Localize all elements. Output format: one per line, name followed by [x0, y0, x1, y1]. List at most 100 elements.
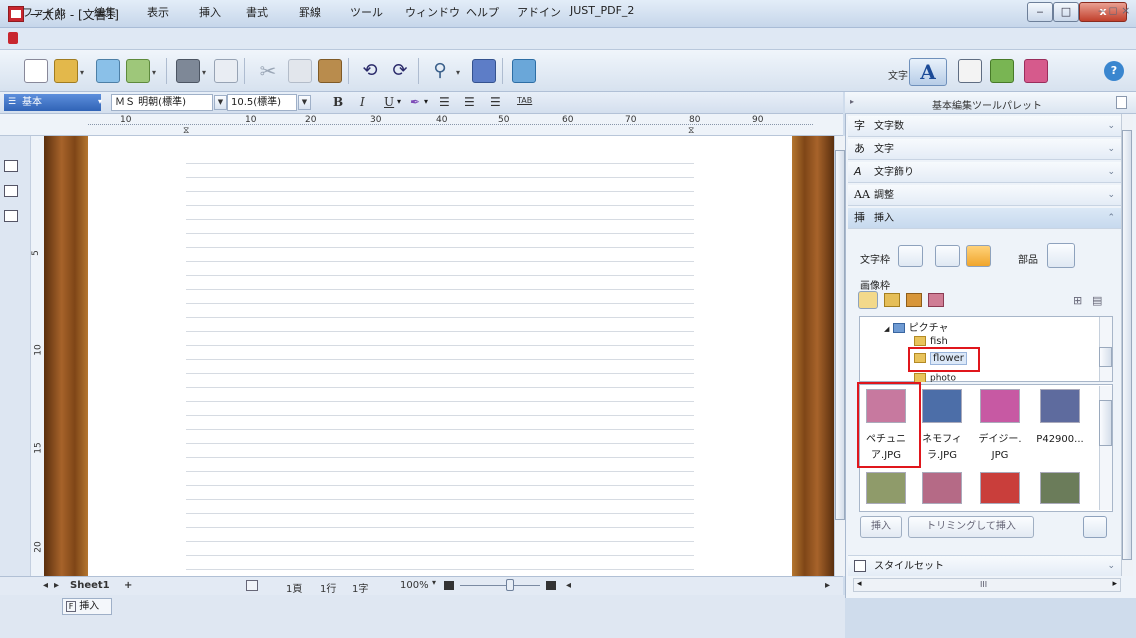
menu-addin[interactable]: アドイン — [517, 4, 561, 20]
tree-scroll-thumb[interactable] — [1099, 347, 1112, 367]
document-scroll-thumb[interactable] — [835, 150, 845, 520]
open-dropdown-icon[interactable]: ▾ — [80, 68, 84, 77]
hscroll-left-icon[interactable]: ◂ — [566, 580, 571, 591]
image-folder-icon[interactable] — [858, 291, 878, 309]
vertical-ruler[interactable] — [30, 136, 44, 576]
draw-mode-icon[interactable] — [990, 59, 1014, 83]
thumbnail-petunia[interactable] — [866, 389, 906, 423]
image-gallery-icon[interactable] — [928, 293, 944, 307]
align-right-icon[interactable]: ☰ — [490, 95, 501, 109]
hscroll-right-icon[interactable]: ▸ — [825, 580, 830, 591]
add-sheet-button[interactable]: + — [124, 580, 132, 591]
save-dropdown-icon[interactable]: ▾ — [152, 68, 156, 77]
scroll-left-icon[interactable]: ◂ — [857, 579, 862, 589]
trim-and-insert-button[interactable]: トリミングして挿入 — [908, 516, 1034, 538]
style-selector[interactable]: 基本 — [4, 94, 101, 111]
menu-file[interactable]: ファイル — [22, 4, 66, 20]
menu-help[interactable]: ヘルプ — [466, 4, 499, 20]
redo-icon[interactable]: ⟳ — [388, 59, 412, 83]
section-char-count[interactable]: 字 文字数 ⌄ — [848, 116, 1121, 137]
tree-node-pictures[interactable]: ◢ ピクチャ — [884, 319, 948, 334]
thumbnail-image[interactable] — [922, 472, 962, 504]
palette-horizontal-scrollbar[interactable]: ◂ III ▸ — [853, 578, 1121, 592]
menu-view[interactable]: 表示 — [147, 4, 169, 20]
pages-view-icon[interactable] — [4, 210, 18, 222]
zoom-slider-track[interactable] — [460, 585, 540, 586]
vertical-text-frame-icon[interactable] — [898, 245, 923, 267]
page-layout-icon[interactable] — [246, 580, 258, 591]
thumbnail-scroll-thumb[interactable] — [1099, 400, 1112, 446]
paste-icon[interactable] — [318, 59, 342, 83]
save-icon[interactable] — [96, 59, 120, 83]
font-size-input[interactable]: 10.5(標準) — [227, 94, 297, 111]
menu-edit[interactable]: 編集 — [94, 4, 116, 20]
font-dropdown-icon[interactable]: ▼ — [214, 95, 227, 110]
thumbnail-view-toggle-icon[interactable]: ⊞ — [1073, 294, 1082, 307]
new-document-icon[interactable] — [24, 59, 48, 83]
help-bubble-icon[interactable] — [512, 59, 536, 83]
section-insert[interactable]: 挿 挿入 ⌃ — [848, 208, 1121, 229]
zoom-in-icon[interactable] — [546, 581, 556, 590]
zoom-level[interactable]: 100% — [400, 580, 429, 591]
open-folder-icon[interactable] — [54, 59, 78, 83]
italic-button[interactable]: I — [360, 95, 365, 109]
sheet-tab[interactable]: Sheet1 — [70, 580, 110, 591]
find-dropdown-icon[interactable]: ▾ — [456, 68, 460, 77]
find-icon[interactable]: ⚲ — [428, 59, 452, 83]
document-icon[interactable] — [8, 32, 18, 44]
print-icon[interactable] — [176, 59, 200, 83]
thumbnail-image[interactable] — [866, 472, 906, 504]
text-mode-a-button[interactable]: A — [909, 58, 947, 86]
document-window-controls[interactable]: ‒ ◻ × — [1098, 4, 1130, 17]
menu-tools[interactable]: ツール — [350, 4, 383, 20]
image-layout-icon[interactable] — [1083, 516, 1107, 538]
section-adjust[interactable]: AA 調整 ⌄ — [848, 185, 1121, 206]
left-indent-marker[interactable]: ⧖ — [183, 126, 189, 136]
sheet-nav-next-icon[interactable]: ▸ — [54, 580, 59, 591]
font-name-input[interactable]: ＭＳ 明朝(標準) — [111, 94, 213, 111]
thumbnail-view-icon[interactable] — [4, 160, 18, 172]
tree-node-flower-selected[interactable]: flower — [908, 347, 980, 372]
insert-mode-indicator[interactable]: F 挿入 — [62, 598, 112, 615]
save-as-icon[interactable] — [126, 59, 150, 83]
layout-mode-icon[interactable] — [1024, 59, 1048, 83]
menu-ruled-line[interactable]: 罫線 — [299, 4, 321, 20]
list-view-toggle-icon[interactable]: ▤ — [1092, 294, 1102, 307]
outline-view-icon[interactable] — [4, 185, 18, 197]
sheet-nav-prev-icon[interactable]: ◂ — [43, 580, 48, 591]
horizontal-text-frame-icon[interactable] — [935, 245, 960, 267]
palette-expand-icon[interactable]: ▸ — [850, 97, 854, 106]
undo-icon[interactable]: ⟲ — [358, 59, 382, 83]
insert-image-button[interactable]: 挿入 — [860, 516, 902, 538]
tree-node-fish[interactable]: fish — [914, 336, 948, 347]
style-dropdown-icon[interactable]: ▾ — [98, 97, 102, 106]
size-dropdown-icon[interactable]: ▼ — [298, 95, 311, 110]
bold-button[interactable]: B — [333, 95, 343, 109]
menu-insert[interactable]: 挿入 — [199, 4, 221, 20]
underline-dropdown-icon[interactable]: ▾ — [397, 97, 401, 106]
thumbnail-image[interactable] — [1040, 472, 1080, 504]
thumbnail-nemophila[interactable] — [922, 389, 962, 423]
puzzle-icon[interactable] — [472, 59, 496, 83]
tree-node-photo[interactable]: photo — [914, 373, 956, 382]
underline-button[interactable]: U — [384, 95, 394, 109]
menu-just-pdf[interactable]: JUST_PDF_2 — [570, 4, 634, 17]
thumbnail-daisy[interactable] — [980, 389, 1020, 423]
section-character[interactable]: あ 文字 ⌄ — [848, 139, 1121, 160]
align-center-icon[interactable]: ☰ — [464, 95, 475, 109]
text-effect-icon[interactable]: ✒ — [410, 95, 420, 109]
menu-format[interactable]: 書式 — [246, 4, 268, 20]
thumbnail-p429[interactable] — [1040, 389, 1080, 423]
open-image-icon[interactable] — [884, 293, 900, 307]
menu-window[interactable]: ウィンドウ — [405, 4, 460, 20]
minimize-button[interactable]: ‒ — [1027, 2, 1053, 22]
align-left-icon[interactable]: ☰ — [439, 95, 450, 109]
print-preview-icon[interactable] — [214, 59, 238, 83]
zoom-dropdown-icon[interactable]: ▾ — [432, 578, 436, 587]
image-library-icon[interactable] — [906, 293, 922, 307]
parts-icon[interactable] — [1047, 243, 1075, 268]
zoom-slider-handle[interactable] — [506, 579, 514, 591]
scroll-right-icon[interactable]: ▸ — [1112, 579, 1117, 589]
zoom-out-icon[interactable] — [444, 581, 454, 590]
scroll-grip[interactable]: III — [980, 580, 987, 589]
